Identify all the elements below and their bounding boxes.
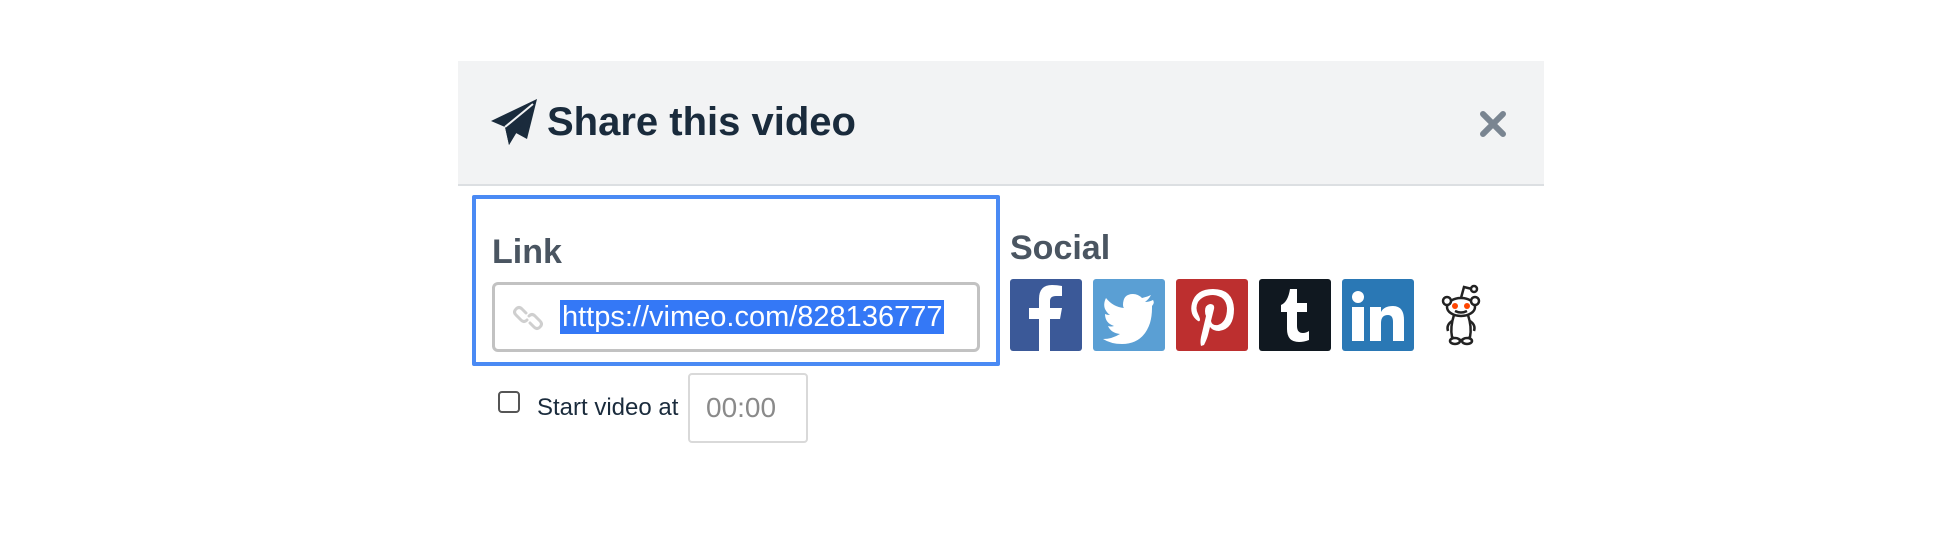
dialog-header: Share this video <box>458 61 1544 186</box>
dialog-title: Share this video <box>547 100 856 144</box>
pinterest-icon <box>1191 289 1234 346</box>
share-link-url[interactable]: https://vimeo.com/828136777 <box>560 300 945 334</box>
share-video-dialog: Share this video Link https://vimeo.com/… <box>458 61 1544 481</box>
link-label: Link <box>492 233 562 271</box>
close-icon[interactable] <box>1473 104 1513 144</box>
linkedin-share-button[interactable] <box>1342 279 1414 351</box>
facebook-share-button[interactable] <box>1010 279 1082 351</box>
pinterest-share-button[interactable] <box>1176 279 1248 351</box>
tumblr-icon <box>1281 289 1309 342</box>
social-label: Social <box>1010 229 1111 267</box>
facebook-icon <box>1029 285 1062 351</box>
tumblr-share-button[interactable] <box>1259 279 1331 351</box>
reddit-icon <box>1441 284 1481 346</box>
share-link-field[interactable]: https://vimeo.com/828136777 <box>492 282 980 352</box>
start-video-label: Start video at <box>537 394 679 421</box>
reddit-share-button[interactable] <box>1425 279 1497 351</box>
link-section: Link https://vimeo.com/828136777 <box>472 195 1000 366</box>
twitter-share-button[interactable] <box>1093 279 1165 351</box>
start-video-checkbox[interactable] <box>498 391 520 413</box>
link-chain-icon <box>513 306 543 330</box>
paper-plane-icon <box>491 99 537 145</box>
start-time-input[interactable] <box>688 373 808 443</box>
linkedin-icon <box>1352 291 1404 341</box>
twitter-icon <box>1103 294 1154 344</box>
